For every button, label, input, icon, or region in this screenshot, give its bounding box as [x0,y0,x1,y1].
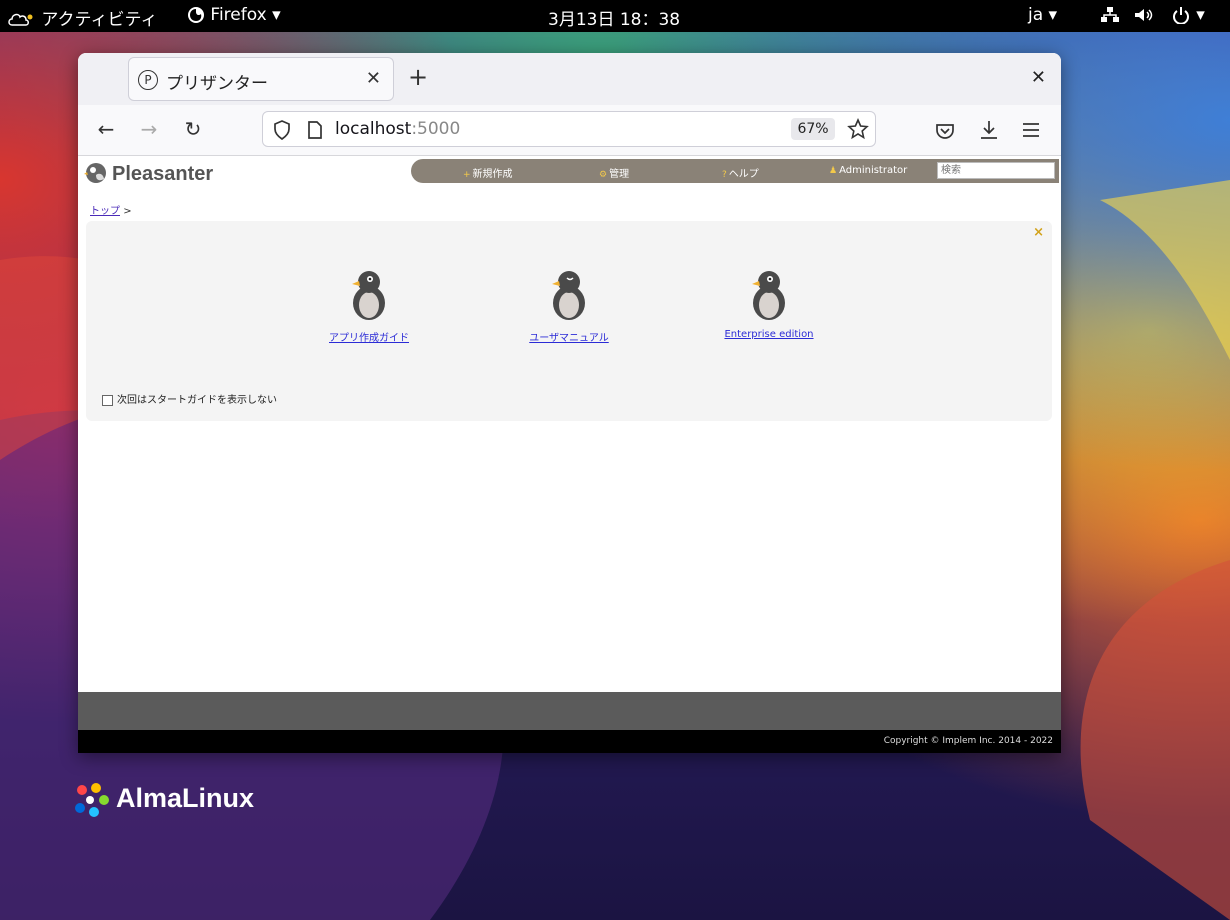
menu-user-label: Administrator [839,165,908,176]
tab-title: プリザンター [166,74,268,94]
menu-new[interactable]: + 新規作成 [463,165,513,180]
guide-item-enterprise[interactable]: Enterprise edition [709,269,829,340]
hamburger-menu-icon[interactable] [1021,121,1041,139]
url-text[interactable]: localhost:5000 [335,119,460,139]
menu-manage[interactable]: ⚙ 管理 [599,165,629,180]
menu-help[interactable]: ? ヘルプ [722,165,759,180]
firefox-icon [188,7,204,23]
shield-icon[interactable] [273,120,291,140]
bird-mascot-icon [352,271,385,320]
app-menu[interactable]: Firefox ▾ [187,5,281,25]
guide-item-app-creation[interactable]: アプリ作成ガイド [309,269,429,344]
menu-new-label: 新規作成 [472,169,513,180]
back-button[interactable]: ← [93,117,119,143]
bird-mascot-icon [752,271,785,320]
address-bar[interactable]: localhost:5000 67% [262,111,876,147]
chevron-down-icon: ▾ [1048,5,1058,25]
clock[interactable]: 3月13日 18：38 [548,5,680,30]
system-menu[interactable]: ▾ [1100,5,1205,25]
browser-tab[interactable]: P プリザンター ✕ [128,57,394,101]
page-icon[interactable] [307,120,323,140]
navigation-toolbar: ← → ↻ localhost:5000 67% [78,105,1061,156]
page-content: Pleasanter + 新規作成 ⚙ 管理 ? ヘルプ ♟ Administrator… [78,156,1061,753]
tab-strip: P プリザンター ✕ + ✕ [78,53,1061,105]
window-close-button[interactable]: ✕ [1031,67,1046,88]
main-menu-bar: + 新規作成 ⚙ 管理 ? ヘルプ ♟ Administrator [411,159,1059,183]
chevron-down-icon: ▾ [272,5,281,25]
cloud-icon [8,13,33,26]
input-method-label: ja [1028,5,1044,25]
chevron-down-icon: ▾ [1196,5,1205,25]
plus-icon: + [463,170,471,180]
logo-bird-icon [84,163,106,183]
gnome-top-bar: アクティビティ Firefox ▾ 3月13日 18：38 ja ▾ ▾ [0,0,1230,32]
activities-button[interactable]: アクティビティ [6,5,158,30]
help-icon: ? [722,170,727,180]
search-input[interactable] [937,162,1055,179]
pleasanter-favicon-icon: P [138,70,158,90]
breadcrumb-separator: > [123,206,132,217]
dont-show-guide-option[interactable]: 次回はスタートガイドを表示しない [102,391,277,406]
breadcrumb: トップ > [90,202,132,217]
volume-icon [1135,9,1153,21]
url-host: localhost [335,119,412,139]
input-method-menu[interactable]: ja ▾ [1028,5,1057,25]
menu-manage-label: 管理 [609,169,630,180]
user-icon: ♟ [829,166,838,176]
close-guide-icon[interactable]: × [1033,225,1044,240]
url-port: :5000 [411,119,461,139]
app-menu-label: Firefox [210,5,267,25]
start-guide-panel: × アプリ作成ガイド ユーザマニュアル Enterprise edition 次… [86,221,1052,421]
guide-item-user-manual[interactable]: ユーザマニュアル [509,269,629,344]
reload-button[interactable]: ↻ [180,117,206,143]
gear-icon: ⚙ [599,170,608,180]
zoom-level[interactable]: 67% [791,118,835,140]
downloads-icon[interactable] [978,119,1000,141]
logo-text: Pleasanter [112,163,214,185]
almalinux-wordmark: AlmaLinux [116,783,255,813]
copyright-text: Copyright © Implem Inc. 2014 - 2022 [883,736,1053,746]
guide-link-app-creation[interactable]: アプリ作成ガイド [309,329,429,344]
network-icon [1101,7,1119,22]
guide-link-enterprise[interactable]: Enterprise edition [709,329,829,340]
guide-link-user-manual[interactable]: ユーザマニュアル [509,329,629,344]
almalinux-mark-icon [75,783,109,817]
power-icon [1172,7,1189,24]
dont-show-label: 次回はスタートガイドを表示しない [117,395,277,406]
forward-button[interactable]: → [136,117,162,143]
new-tab-button[interactable]: + [408,63,428,91]
activities-label: アクティビティ [41,10,158,30]
dont-show-checkbox[interactable] [102,394,113,406]
pocket-icon[interactable] [935,121,955,141]
footer: Copyright © Implem Inc. 2014 - 2022 [78,730,1061,753]
menu-user[interactable]: ♟ Administrator [829,165,907,176]
menu-help-label: ヘルプ [728,169,759,180]
bookmark-star-icon[interactable] [847,118,869,140]
breadcrumb-top-link[interactable]: トップ [90,206,120,217]
footer-band [78,692,1061,730]
firefox-window: P プリザンター ✕ + ✕ ← → ↻ localhost:5000 67% [78,53,1061,753]
close-tab-icon[interactable]: ✕ [366,68,381,89]
bird-mascot-icon [552,271,585,320]
